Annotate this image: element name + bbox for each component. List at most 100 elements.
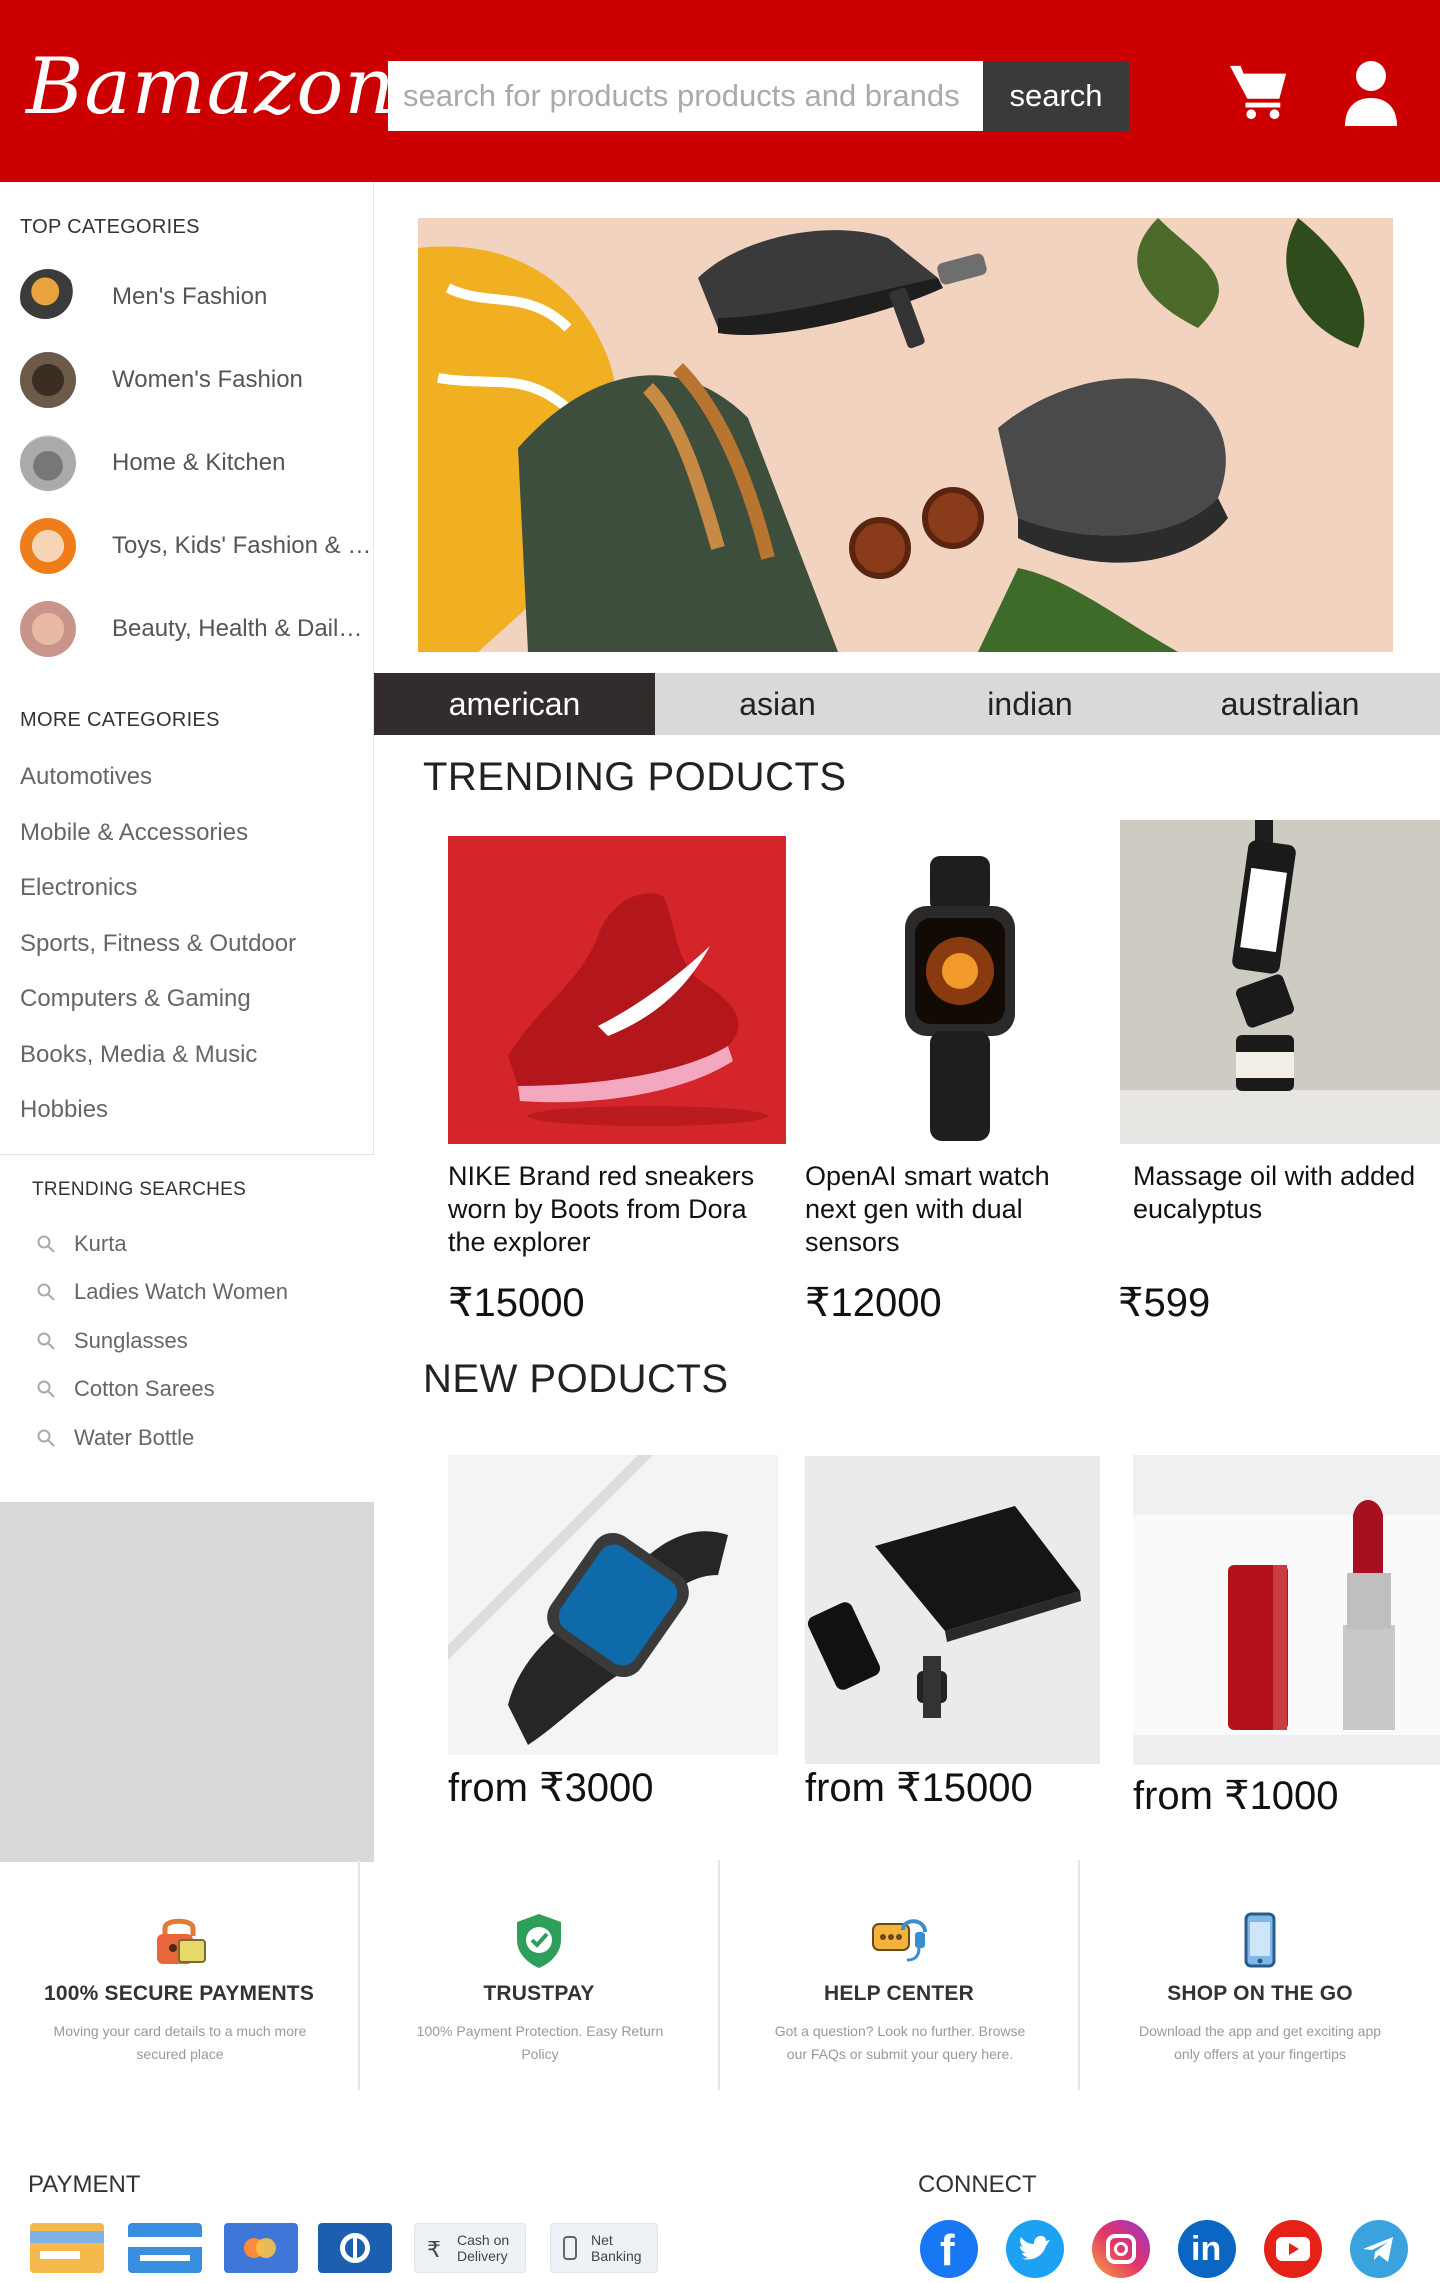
net-banking-icon: Net Banking xyxy=(550,2223,658,2273)
product-price: from ₹1000 xyxy=(1133,1774,1339,1818)
trending-search-item[interactable]: Ladies Watch Women xyxy=(36,1279,288,1305)
category-beauty-health[interactable]: Beauty, Health & Daily Needs xyxy=(20,599,372,659)
category-mobile-accessories[interactable]: Mobile & Accessories xyxy=(20,819,248,847)
sidebar: TOP CATEGORIES Men's Fashion Women's Fas… xyxy=(0,182,374,1862)
category-toys-kids[interactable]: Toys, Kids' Fashion & more xyxy=(20,516,372,576)
category-books-media[interactable]: Books, Media & Music xyxy=(20,1041,257,1069)
product-price: ₹15000 xyxy=(448,1281,585,1325)
search-icon xyxy=(37,1429,55,1447)
sneaker-image xyxy=(448,836,786,1144)
feature-shop-on-the-go: SHOP ON THE GO Download the app and get … xyxy=(1080,1860,1440,2090)
feature-title: SHOP ON THE GO xyxy=(1167,1982,1353,2005)
banner-image xyxy=(418,218,1393,652)
hero-banner[interactable] xyxy=(418,218,1393,652)
trending-search-label: Water Bottle xyxy=(74,1425,195,1450)
search-icon xyxy=(37,1235,55,1253)
product-price: ₹12000 xyxy=(805,1281,942,1325)
home-kitchen-image xyxy=(20,435,76,491)
feature-description: Download the app and get exciting app on… xyxy=(1138,2023,1382,2062)
trending-products-heading: TRENDING PODUCTS xyxy=(423,755,847,799)
product-price: from ₹3000 xyxy=(448,1766,654,1810)
category-home-kitchen[interactable]: Home & Kitchen xyxy=(20,433,372,493)
trending-search-label: Cotton Sarees xyxy=(74,1376,215,1401)
new-products-heading: NEW PODUCTS xyxy=(423,1357,729,1401)
feature-trustpay: TRUSTPAY 100% Payment Protection. Easy R… xyxy=(360,1860,720,2090)
search-button[interactable]: search xyxy=(983,61,1129,131)
youtube-icon[interactable] xyxy=(1264,2220,1322,2278)
twitter-icon[interactable] xyxy=(1006,2220,1064,2278)
phone-icon xyxy=(1244,1912,1276,1968)
category-hobbies[interactable]: Hobbies xyxy=(20,1096,108,1124)
more-categories-heading: MORE CATEGORIES xyxy=(20,709,220,731)
trending-search-item[interactable]: Cotton Sarees xyxy=(36,1376,215,1402)
product-name[interactable]: NIKE Brand red sneakers worn by Boots fr… xyxy=(448,1160,778,1259)
connect-heading: CONNECT xyxy=(918,2171,1037,2198)
mobile-icon xyxy=(563,2236,577,2260)
feature-help-center: HELP CENTER Got a question? Look no furt… xyxy=(720,1860,1080,2090)
womens-fashion-image xyxy=(20,352,76,408)
tab-asian[interactable]: asian xyxy=(655,673,900,735)
diners-club-icon xyxy=(318,2223,392,2273)
lipstick-image xyxy=(1133,1455,1440,1765)
trending-searches-panel: TRENDING SEARCHES Kurta Ladies Watch Wom… xyxy=(0,1154,374,1502)
user-icon[interactable] xyxy=(1340,58,1402,128)
category-sports-fitness[interactable]: Sports, Fitness & Outdoor xyxy=(20,930,296,958)
logo[interactable]: Bamazon xyxy=(26,42,396,132)
product-name[interactable]: Massage oil with added eucalyptus xyxy=(1133,1160,1438,1226)
category-label: Home & Kitchen xyxy=(112,449,286,476)
category-electronics[interactable]: Electronics xyxy=(20,874,137,902)
category-panel: TOP CATEGORIES Men's Fashion Women's Fas… xyxy=(0,182,374,1154)
tab-australian[interactable]: australian xyxy=(1160,673,1420,735)
telegram-icon[interactable] xyxy=(1350,2220,1408,2278)
top-categories-heading: TOP CATEGORIES xyxy=(20,216,200,238)
instagram-icon[interactable] xyxy=(1092,2220,1150,2278)
feature-description: Moving your card details to a much more … xyxy=(53,2023,307,2062)
net-banking-label: Net Banking xyxy=(591,2232,642,2264)
chat-headset-icon xyxy=(872,1919,927,1962)
feature-title: 100% SECURE PAYMENTS xyxy=(43,1982,315,2005)
toys-kids-image xyxy=(20,518,76,574)
rupee-icon: ₹ xyxy=(427,2237,441,2262)
category-label: Toys, Kids' Fashion & more xyxy=(112,532,372,559)
product-image-smartwatch[interactable] xyxy=(805,836,1105,1144)
trending-search-item[interactable]: Water Bottle xyxy=(36,1425,194,1451)
feature-secure-payments: 100% SECURE PAYMENTS Moving your card de… xyxy=(0,1860,360,2090)
padlock-icon xyxy=(157,1918,206,1964)
feature-title: HELP CENTER xyxy=(824,1982,974,2005)
trending-search-label: Ladies Watch Women xyxy=(74,1279,288,1304)
mastercard-icon xyxy=(224,2223,298,2273)
region-tabs: american asian indian australian xyxy=(374,673,1440,735)
mens-fashion-image xyxy=(20,269,76,325)
search-icon xyxy=(37,1332,55,1350)
header-bar: Bamazon search xyxy=(0,0,1440,182)
product-name[interactable]: OpenAI smart watch next gen with dual se… xyxy=(805,1160,1095,1259)
search-icon xyxy=(37,1380,55,1398)
product-price: from ₹15000 xyxy=(805,1766,1033,1810)
card-icon xyxy=(30,2223,104,2273)
product-image-sneakers[interactable] xyxy=(448,836,786,1144)
category-mens-fashion[interactable]: Men's Fashion xyxy=(20,267,372,327)
trending-searches-heading: TRENDING SEARCHES xyxy=(32,1179,247,1200)
category-automotives[interactable]: Automotives xyxy=(20,763,152,791)
trending-search-item[interactable]: Kurta xyxy=(36,1231,127,1257)
category-computers-gaming[interactable]: Computers & Gaming xyxy=(20,985,251,1013)
tab-indian[interactable]: indian xyxy=(900,673,1160,735)
product-image-laptop-set[interactable] xyxy=(805,1456,1100,1764)
product-image-massage-oil[interactable] xyxy=(1120,820,1440,1144)
facebook-icon[interactable]: f xyxy=(920,2220,978,2278)
search-input[interactable] xyxy=(388,61,983,131)
tab-american[interactable]: american xyxy=(374,673,655,735)
linkedin-icon[interactable]: in xyxy=(1178,2220,1236,2278)
feature-description: Got a question? Look no further. Browse … xyxy=(774,2023,1026,2062)
trending-search-item[interactable]: Sunglasses xyxy=(36,1328,188,1354)
shield-check-icon xyxy=(517,1914,561,1968)
cart-icon[interactable] xyxy=(1228,60,1290,122)
product-image-lipstick[interactable] xyxy=(1133,1455,1440,1765)
category-label: Men's Fashion xyxy=(112,283,268,310)
smartwatch-image xyxy=(805,836,1105,1144)
payment-heading: PAYMENT xyxy=(28,2171,141,2198)
cash-on-delivery-icon: ₹ Cash on Delivery xyxy=(414,2223,526,2273)
category-womens-fashion[interactable]: Women's Fashion xyxy=(20,350,372,410)
trending-search-label: Kurta xyxy=(74,1231,127,1256)
product-image-black-watch[interactable] xyxy=(448,1455,778,1755)
